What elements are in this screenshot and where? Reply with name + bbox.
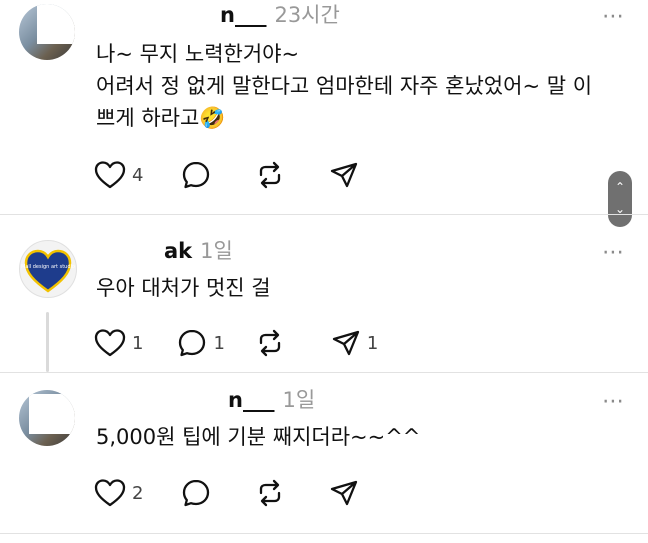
text-line: 5,000원 팁에 기분 째지더라~~^^ xyxy=(96,425,421,449)
share-button[interactable] xyxy=(329,478,359,508)
text-line: 어려서 정 없게 말한다고 엄마한테 자주 혼났었어~ 말 이 xyxy=(96,74,593,98)
send-icon xyxy=(332,330,360,356)
repost-button[interactable] xyxy=(255,328,291,358)
more-options-icon[interactable]: ⋯ xyxy=(602,242,625,264)
repost-icon xyxy=(260,161,281,189)
text-line: 쁘게 하라고🤣 xyxy=(96,106,226,130)
heart-icon xyxy=(94,161,126,189)
text-line: 나~ 무지 노력한거야~ xyxy=(96,42,300,66)
action-bar: 2 xyxy=(94,476,383,510)
share-button[interactable]: 1 xyxy=(331,328,378,358)
like-count: 1 xyxy=(132,332,144,354)
repost-button[interactable] xyxy=(255,478,291,508)
more-options-icon[interactable]: ⋯ xyxy=(602,391,625,413)
comment-icon xyxy=(179,329,206,357)
username[interactable]: n___ xyxy=(220,3,266,27)
reply-count: 1 xyxy=(213,332,225,354)
send-icon xyxy=(331,162,358,188)
repost-icon xyxy=(260,479,281,507)
timestamp[interactable]: 1일 xyxy=(200,239,233,263)
post-text: 우아 대처가 멋진 걸 xyxy=(96,272,631,304)
heart-logo-icon: Mall design art studio xyxy=(21,249,75,293)
post-header: n___ 23시간 xyxy=(96,0,340,30)
text-line: 우아 대처가 멋진 걸 xyxy=(96,276,271,300)
share-button[interactable] xyxy=(329,160,359,190)
like-button[interactable]: 2 xyxy=(94,478,143,508)
logo-text: Mall design art studio xyxy=(21,264,75,270)
scroll-handle[interactable]: ⌃ ⌄ xyxy=(608,171,632,227)
comment-icon xyxy=(183,161,210,189)
action-bar: 4 xyxy=(94,158,383,192)
timestamp[interactable]: 23시간 xyxy=(274,3,339,27)
send-icon xyxy=(331,480,358,506)
post-header: ak 1일 xyxy=(96,236,233,266)
share-count: 1 xyxy=(366,332,379,354)
post-text: 나~ 무지 노력한거야~ 어려서 정 없게 말한다고 엄마한테 자주 혼났었어~… xyxy=(96,38,631,134)
like-count: 2 xyxy=(132,482,144,504)
divider xyxy=(0,533,648,534)
like-count: 4 xyxy=(132,164,144,186)
like-button[interactable]: 1 xyxy=(94,328,143,358)
reply-button[interactable] xyxy=(181,478,217,508)
avatar[interactable] xyxy=(19,390,75,446)
action-bar: 1 1 1 xyxy=(94,326,402,360)
heart-icon xyxy=(94,479,126,507)
like-button[interactable]: 4 xyxy=(94,160,143,190)
post-text: 5,000원 팁에 기분 째지더라~~^^ xyxy=(96,421,631,453)
heart-icon xyxy=(94,329,126,357)
post-header: n___ 1일 xyxy=(96,385,315,415)
username[interactable]: n___ xyxy=(228,388,274,412)
comment-icon xyxy=(183,479,210,507)
repost-icon xyxy=(259,329,281,357)
reply-button[interactable]: 1 xyxy=(177,328,225,358)
avatar[interactable]: Mall design art studio xyxy=(19,240,77,298)
scroll-up-icon[interactable]: ⌃ xyxy=(608,180,632,194)
reply-button[interactable] xyxy=(181,160,217,190)
divider xyxy=(0,372,648,373)
repost-button[interactable] xyxy=(255,160,291,190)
divider xyxy=(0,214,648,215)
timestamp[interactable]: 1일 xyxy=(282,388,315,412)
username[interactable]: ak xyxy=(164,239,192,263)
more-options-icon[interactable]: ⋯ xyxy=(602,6,625,28)
avatar[interactable] xyxy=(19,4,75,60)
thread-line xyxy=(46,312,49,372)
